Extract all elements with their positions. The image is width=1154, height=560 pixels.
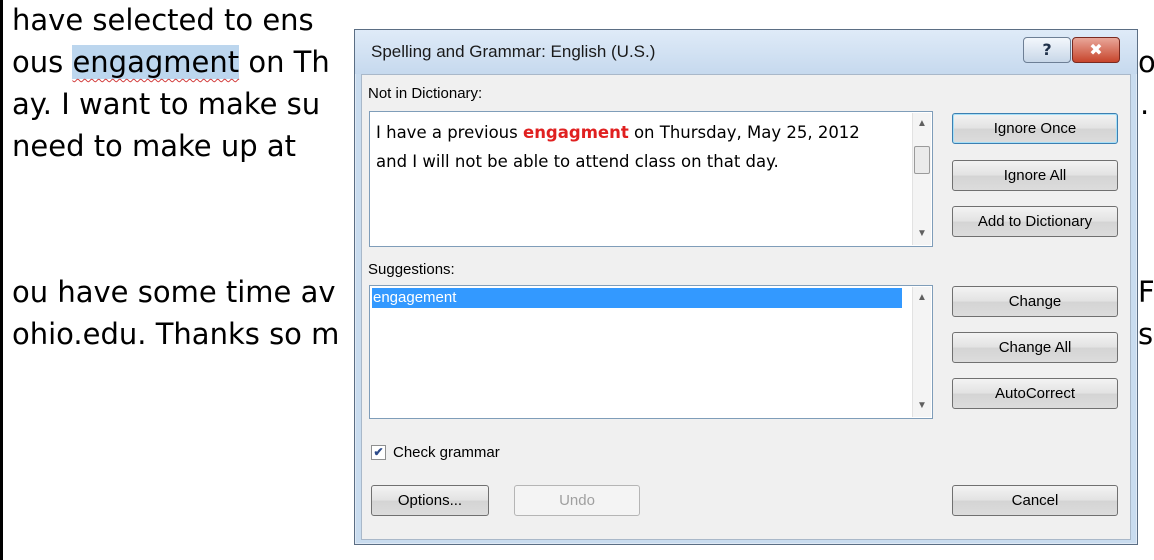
help-button[interactable]: ? <box>1023 37 1071 63</box>
scroll-up-icon[interactable]: ▲ <box>913 115 931 133</box>
spelling-grammar-dialog: Spelling and Grammar: English (U.S.) ? ✖… <box>354 29 1138 545</box>
document-line-1: have selected to ens <box>12 3 314 37</box>
suggestions-scrollbar[interactable]: ▲ ▼ <box>912 287 931 417</box>
sentence-text: I have a previous engagment on Thursday,… <box>376 118 896 176</box>
change-all-button[interactable]: Change All <box>952 332 1118 363</box>
document-line-2: ous engagment on Th <box>12 44 330 80</box>
scroll-down-icon[interactable]: ▼ <box>913 225 931 243</box>
document-text: ous <box>12 45 73 79</box>
not-in-dictionary-label: Not in Dictionary: <box>368 85 483 102</box>
suggestions-list[interactable]: engagement ▲ ▼ <box>369 285 933 419</box>
close-icon: ✖ <box>1089 40 1103 59</box>
suggestions-label: Suggestions: <box>368 261 455 278</box>
document-left-border <box>0 0 3 560</box>
ignore-all-button[interactable]: Ignore All <box>952 160 1118 191</box>
check-grammar-label[interactable]: Check grammar <box>393 444 500 461</box>
scroll-up-icon[interactable]: ▲ <box>913 289 931 307</box>
dialog-titlebar[interactable]: Spelling and Grammar: English (U.S.) ? ✖ <box>355 30 1137 74</box>
document-right-fragment: Fo <box>1138 275 1154 309</box>
not-in-dictionary-textbox[interactable]: I have a previous engagment on Thursday,… <box>369 111 933 247</box>
document-line-3: ay. I want to make su <box>12 87 321 121</box>
document-line-4: need to make up at <box>12 129 297 163</box>
ignore-once-button[interactable]: Ignore Once <box>952 113 1118 144</box>
cancel-button[interactable]: Cancel <box>952 485 1118 516</box>
add-to-dictionary-button[interactable]: Add to Dictionary <box>952 206 1118 237</box>
sentence-text-before: I have a previous <box>376 123 523 142</box>
autocorrect-button[interactable]: AutoCorrect <box>952 378 1118 409</box>
suggestion-item[interactable]: engagement <box>372 288 902 308</box>
checkmark-icon: ✔ <box>373 445 384 459</box>
scroll-thumb[interactable] <box>914 146 930 174</box>
dialog-body: Not in Dictionary: I have a previous eng… <box>361 74 1131 540</box>
selected-misspelled-word[interactable]: engagment <box>72 45 240 79</box>
scroll-down-icon[interactable]: ▼ <box>913 397 931 415</box>
document-text: on Th <box>239 45 330 79</box>
document-right-fragment: sp <box>1138 317 1154 351</box>
document-line-6: ohio.edu. Thanks so m <box>12 317 340 351</box>
textbox-scrollbar[interactable]: ▲ ▼ <box>912 113 931 245</box>
dialog-title: Spelling and Grammar: English (U.S.) <box>371 42 656 61</box>
misspelled-word: engagment <box>523 123 629 142</box>
document-right-fragment: . <box>1140 87 1150 121</box>
document-line-5: ou have some time av <box>12 275 336 309</box>
check-grammar-checkbox[interactable]: ✔ <box>371 445 386 460</box>
document-right-fragment: o <box>1138 45 1154 79</box>
help-icon: ? <box>1042 40 1052 59</box>
change-button[interactable]: Change <box>952 286 1118 317</box>
options-button[interactable]: Options... <box>371 485 489 516</box>
close-button[interactable]: ✖ <box>1072 37 1120 63</box>
undo-button[interactable]: Undo <box>514 485 640 516</box>
